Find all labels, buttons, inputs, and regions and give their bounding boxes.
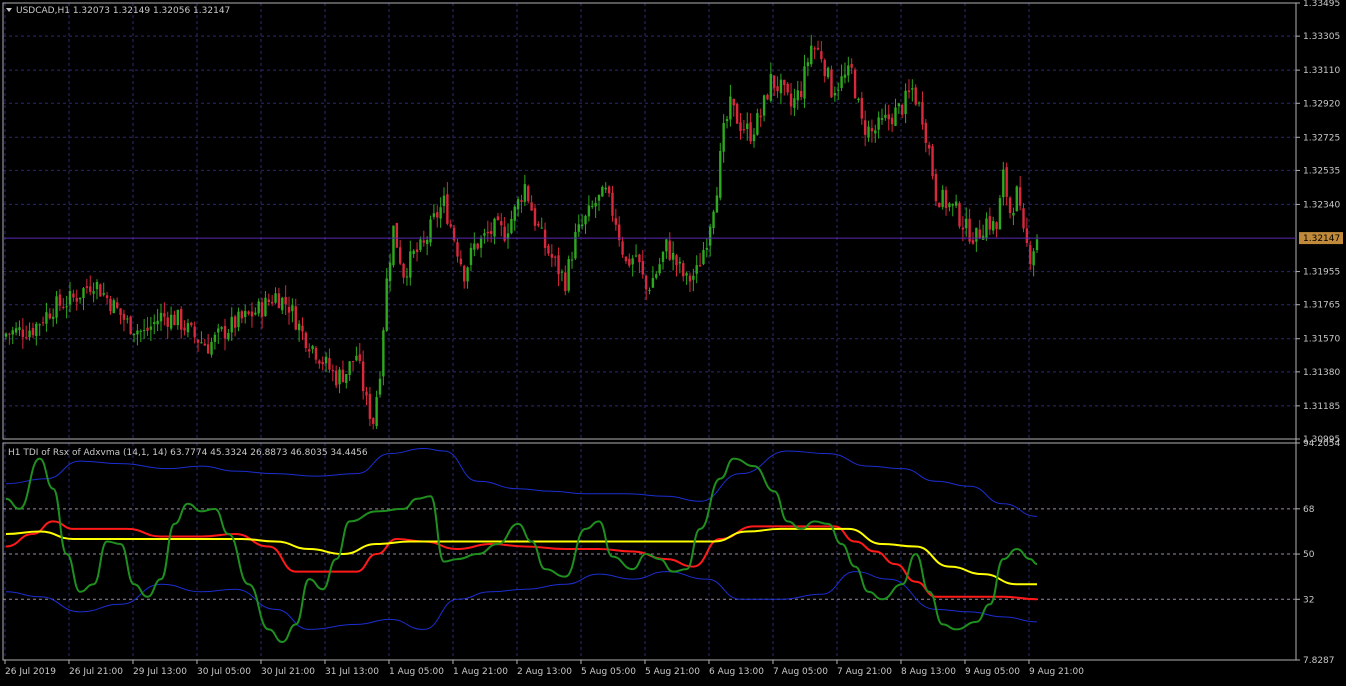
candle[interactable] [938,202,941,208]
time-tick-label: 7 Aug 21:00 [837,667,892,677]
indicator-panel-header: H1 TDI of Rsx of Adxvma (14,1, 14) 63.77… [8,448,368,458]
time-tick-label: 30 Jul 05:00 [197,667,251,677]
price-panel-header: USDCAD,H1 1.32073 1.32149 1.32056 1.3214… [16,6,230,16]
indicator-tick-label: 68 [1303,505,1315,515]
candle[interactable] [914,84,917,106]
time-tick-label: 2 Aug 13:00 [517,667,572,677]
candle[interactable] [99,283,102,297]
indicator-tick-label: 50 [1303,550,1315,560]
indicator-tick-label: 7.8287 [1303,656,1335,666]
time-tick-label: 31 Jul 13:00 [325,667,379,677]
time-tick-label: 26 Jul 21:00 [69,667,123,677]
candle[interactable] [735,102,739,124]
chart-window[interactable]: 1.33495 1.33305 1.33110 1.32920 1.32725 1.325… [0,0,1346,682]
candle[interactable] [934,168,938,206]
price-tick-label: 1.33110 [1303,66,1340,76]
candle[interactable] [830,65,833,99]
candle[interactable] [1015,185,1018,212]
price-tick-label: 1.31955 [1303,268,1340,278]
time-tick-label: 30 Jul 21:00 [261,667,315,677]
price-tick-label: 1.33305 [1303,32,1340,42]
price-tick-label: 1.32920 [1303,99,1340,109]
candle[interactable] [958,201,961,229]
price-tick-label: 1.31765 [1303,301,1340,311]
candle[interactable] [527,184,530,204]
time-tick-label: 1 Aug 05:00 [389,667,444,677]
candle[interactable] [395,222,399,248]
current-price-label: 1.32147 [1303,234,1340,244]
time-tick-label: 1 Aug 21:00 [453,667,508,677]
price-tick-label: 1.31380 [1303,368,1340,378]
time-tick-label: 29 Jul 13:00 [133,667,187,677]
candle[interactable] [601,185,604,197]
time-tick-label: 7 Aug 05:00 [773,667,828,677]
candle[interactable] [112,298,116,314]
time-tick-label: 9 Aug 21:00 [1029,667,1084,677]
time-tick-label: 9 Aug 05:00 [965,667,1020,677]
time-tick-label: 5 Aug 21:00 [645,667,700,677]
price-tick-label: 1.32725 [1303,133,1340,143]
time-tick-label: 26 Jul 2019 [5,667,56,677]
time-tick-label: 8 Aug 13:00 [901,667,956,677]
candle[interactable] [853,67,857,99]
candle[interactable] [567,255,570,293]
candle[interactable] [429,215,432,247]
price-tick-label: 1.32340 [1303,200,1340,210]
candle[interactable] [931,143,934,180]
price-tick-label: 1.32535 [1303,166,1340,176]
time-tick-label: 6 Aug 13:00 [709,667,764,677]
price-tick-label: 1.31185 [1303,402,1340,412]
candle[interactable] [129,315,132,335]
candle[interactable] [392,225,395,268]
time-tick-label: 5 Aug 05:00 [581,667,636,677]
price-tick-label: 1.31570 [1303,335,1340,345]
indicator-tick-label: 94.2054 [1303,439,1340,449]
candle[interactable] [998,195,1002,230]
candle[interactable] [719,142,722,201]
price-tick-label: 1.33495 [1303,0,1340,9]
indicator-tick-label: 32 [1303,595,1314,605]
